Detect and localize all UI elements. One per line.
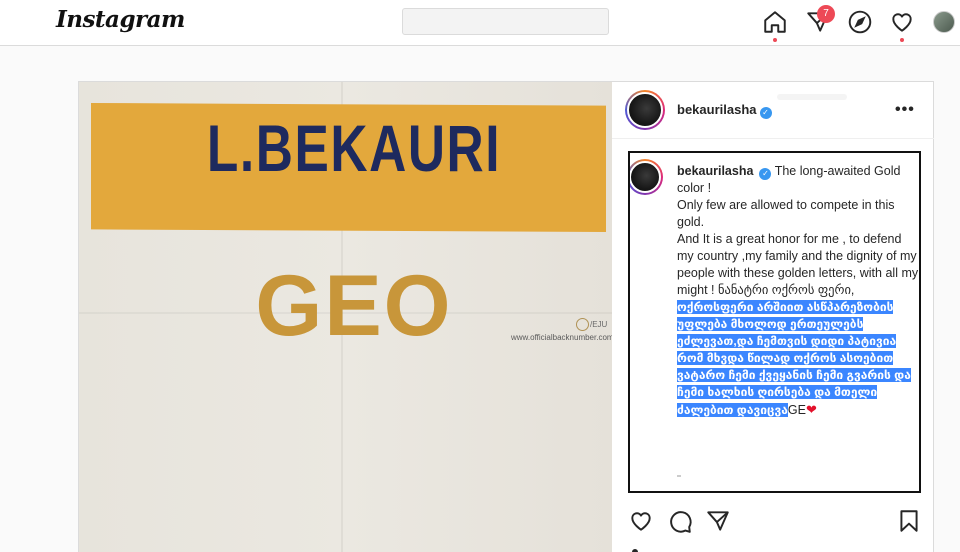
watermark-emblem-icon — [576, 318, 589, 331]
red-heart-emoji: ❤ — [805, 402, 817, 417]
home-active-dot — [773, 38, 777, 42]
profile-avatar[interactable] — [933, 11, 955, 33]
notification-count-badge: 7 — [817, 5, 835, 23]
header-blurred-area — [777, 94, 847, 100]
activity-heart-icon[interactable] — [889, 9, 915, 35]
selected-caption-text: ოქროსფერი არშიით ასწპარეზობის უფლება მხო… — [677, 300, 911, 417]
verified-badge-icon: ✓ — [759, 107, 772, 119]
like-heart-icon[interactable] — [628, 508, 654, 534]
more-options-button[interactable]: ••• — [895, 101, 915, 119]
country-code-text: GEO — [255, 258, 453, 354]
caption-text: bekaurilasha ✓ The long-awaited Gold colo… — [677, 163, 919, 419]
athlete-name-text: L.BEKAURI — [206, 111, 502, 185]
explore-compass-icon[interactable] — [847, 9, 873, 35]
share-icon[interactable] — [705, 508, 731, 534]
caption-author-avatar[interactable] — [630, 159, 663, 195]
post-card: L.BEKAURI GEO /EJU www.officialbacknumbe… — [78, 81, 934, 552]
post-header: bekaurilasha ✓ ••• — [612, 82, 934, 139]
caption-box: bekaurilasha ✓ The long-awaited Gold colo… — [628, 151, 921, 493]
author-avatar[interactable] — [625, 90, 665, 130]
search-input[interactable] — [402, 8, 609, 35]
post-image[interactable]: L.BEKAURI GEO /EJU www.officialbacknumbe… — [79, 82, 612, 552]
post-actions-bar — [612, 506, 934, 536]
caption-more-indicator — [677, 475, 681, 477]
author-username[interactable]: bekaurilasha ✓ — [677, 102, 772, 119]
caption-line-2: Only few are allowed to compete in this … — [677, 198, 895, 229]
top-navigation-bar: Instagram 7 — [0, 0, 960, 46]
caption-suffix: GE — [787, 403, 806, 417]
watermark-side-text: /EJU — [590, 320, 608, 329]
post-side-panel: bekaurilasha ✓ ••• bekaurilasha ✓ The long… — [612, 82, 934, 552]
save-bookmark-icon[interactable] — [896, 508, 922, 534]
comment-icon[interactable] — [667, 508, 693, 534]
caption-line-3: And It is a great honor for me , to defe… — [677, 232, 919, 297]
instagram-logo[interactable]: Instagram — [56, 6, 185, 33]
activity-dot — [900, 38, 904, 42]
watermark-url-text: www.officialbacknumber.com — [511, 333, 612, 342]
home-icon[interactable] — [762, 9, 788, 35]
verified-badge-icon: ✓ — [759, 168, 772, 180]
caption-username[interactable]: bekaurilasha — [677, 164, 753, 178]
